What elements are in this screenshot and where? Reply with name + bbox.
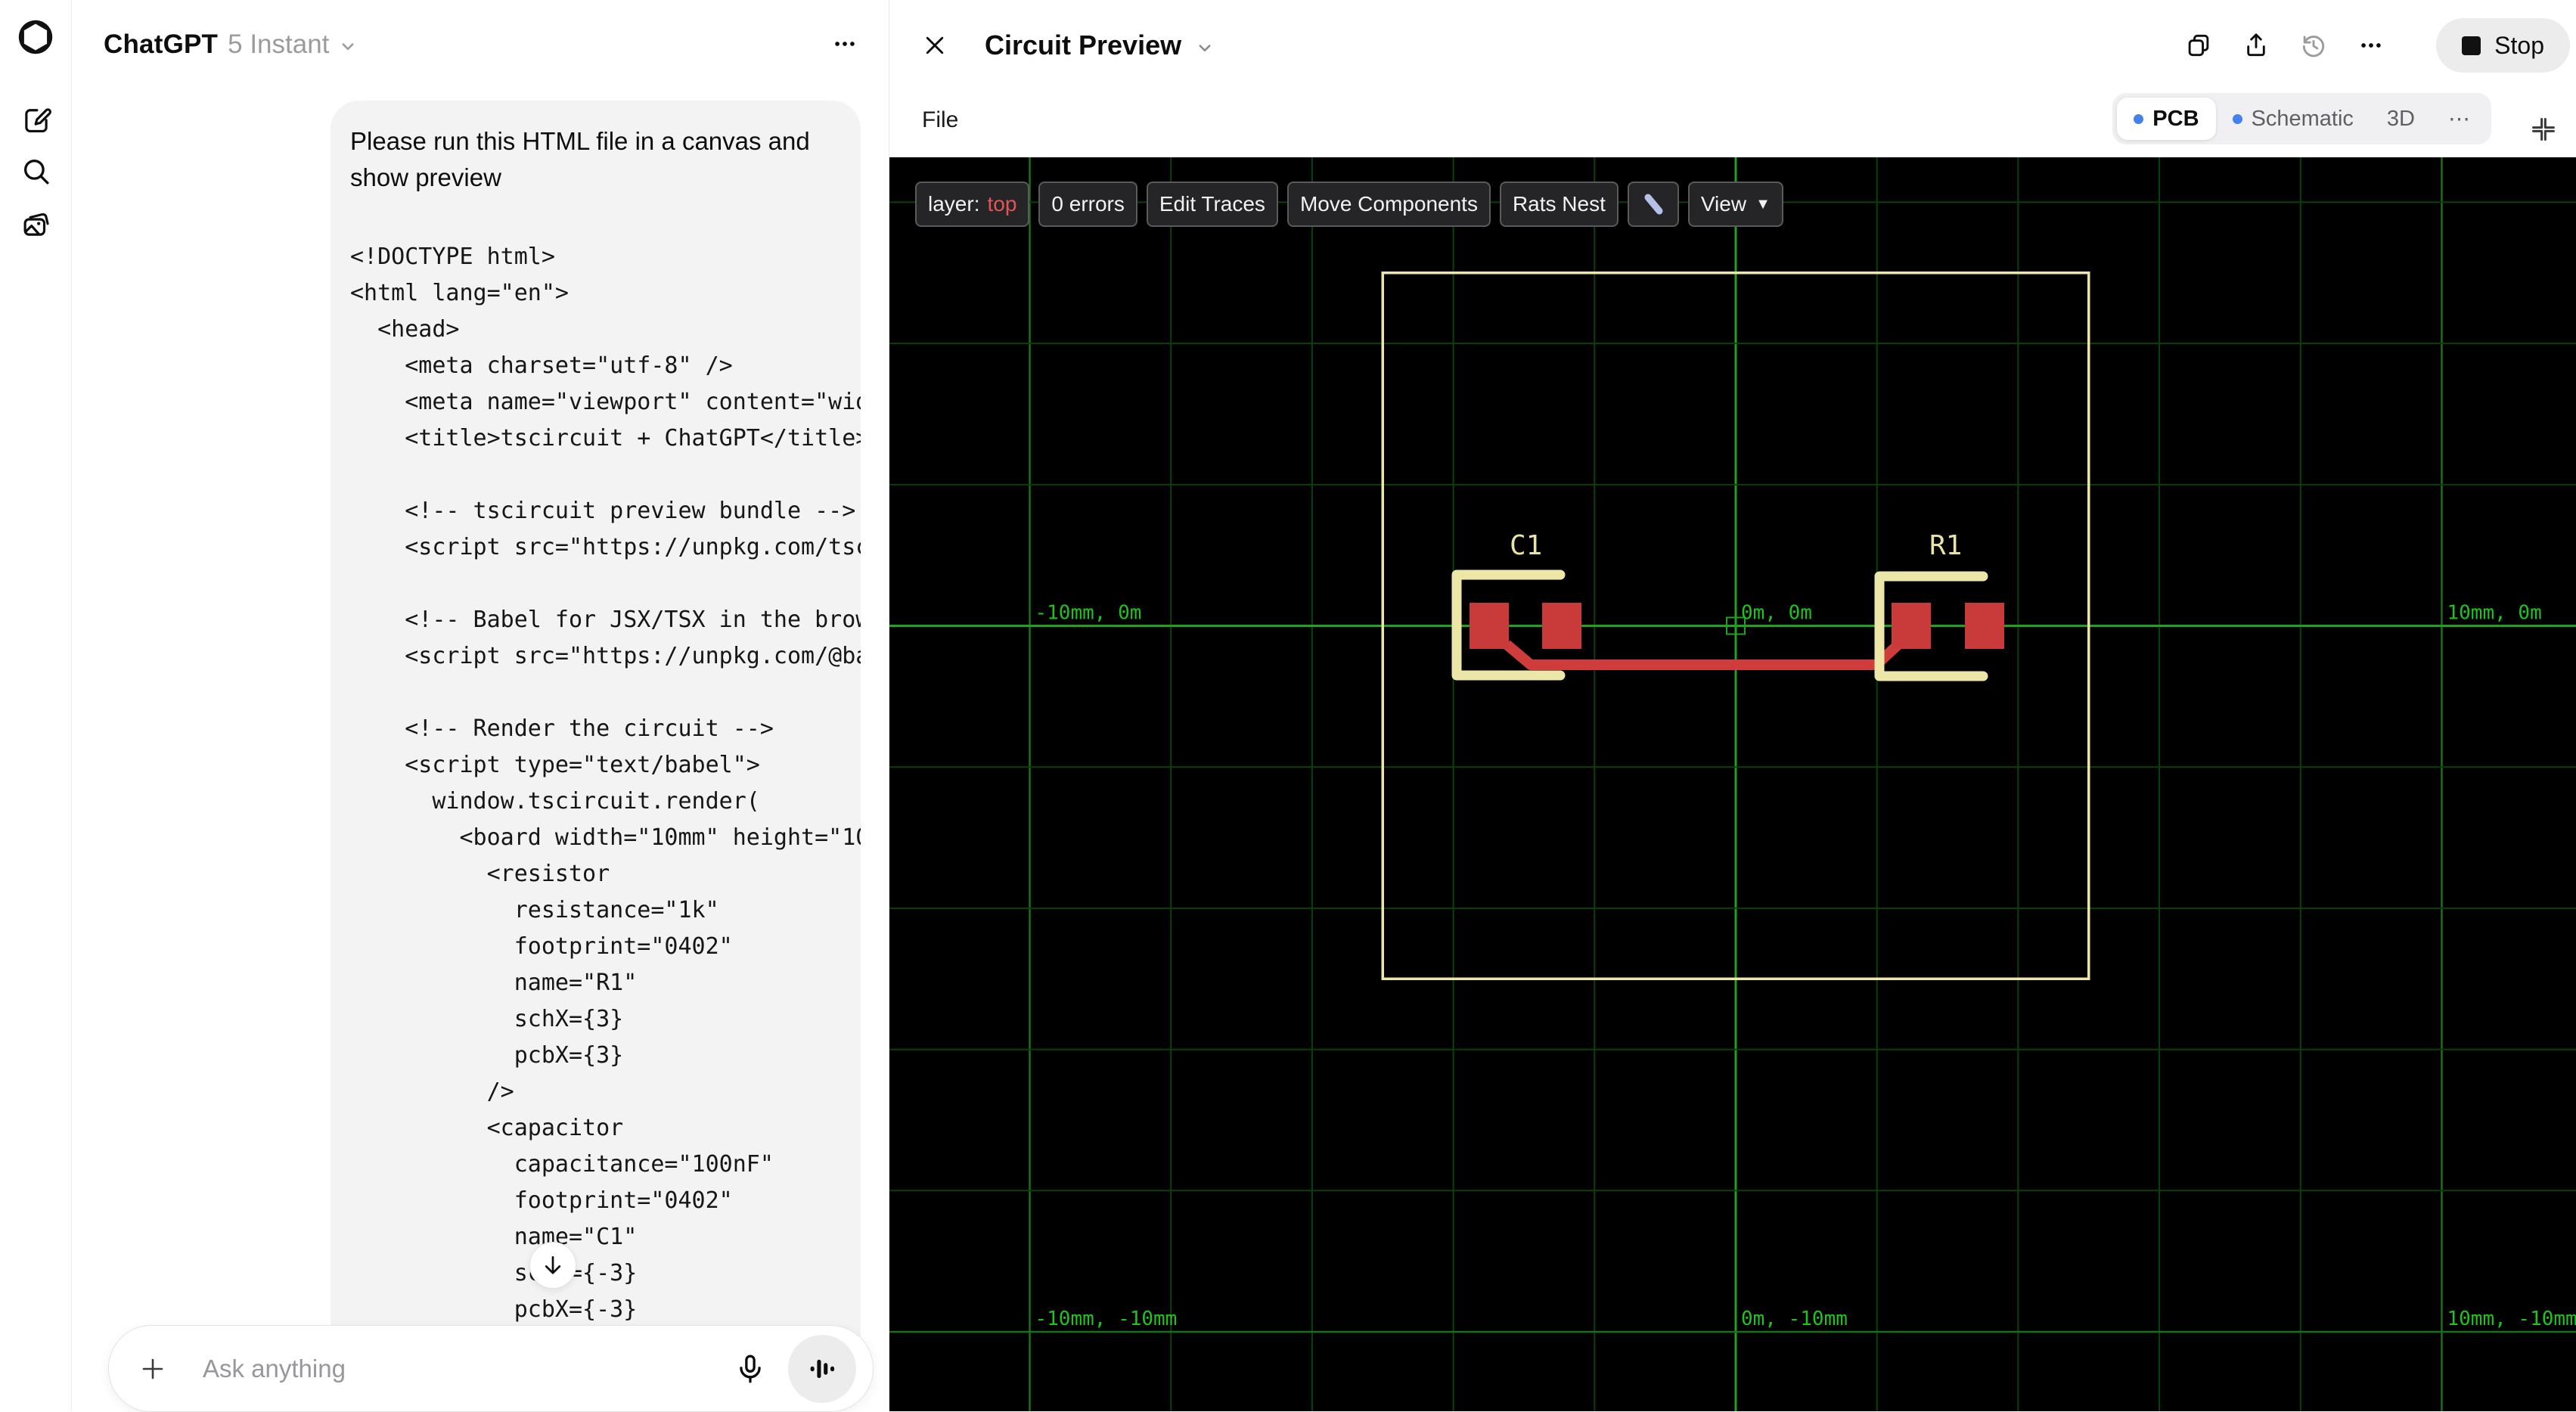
tab-3d[interactable]: 3D	[2370, 98, 2432, 140]
canvas-panel: Circuit Preview	[889, 0, 2576, 1411]
pencil-icon	[1640, 191, 1666, 217]
code-block: <!DOCTYPE html> <html lang="en"> <head> …	[350, 239, 861, 1364]
canvas-subheader: File PCB Schematic 3D ⋯	[889, 91, 2576, 157]
errors-label: 0 errors	[1051, 192, 1124, 216]
waveform-icon	[805, 1352, 839, 1386]
chevron-down-icon[interactable]	[1193, 36, 1216, 59]
composer[interactable]: Ask anything	[108, 1325, 874, 1412]
edit-pencil-button[interactable]	[1628, 182, 1679, 227]
rats-nest-label: Rats Nest	[1513, 192, 1606, 216]
layer-value: top	[987, 192, 1016, 216]
tab-schematic-label: Schematic	[2252, 107, 2354, 132]
grid-coordinate-label: 10mm, 0m	[2447, 602, 2542, 625]
app-title[interactable]: ChatGPT	[104, 29, 218, 60]
arrow-down-icon	[540, 1252, 566, 1278]
caret-down-icon: ▼	[1755, 196, 1771, 213]
file-menu[interactable]: File	[922, 107, 958, 133]
grid-coordinate-label: -10mm, 0m	[1035, 602, 1142, 625]
view-dropdown-button[interactable]: View ▼	[1688, 182, 1783, 227]
stop-label: Stop	[2494, 32, 2544, 60]
reference-designator: C1	[1510, 530, 1542, 561]
copy-icon[interactable]	[2183, 30, 2214, 61]
exit-fullscreen-icon[interactable]	[2529, 115, 2558, 144]
grid-coordinate-label: -10mm, -10mm	[1035, 1308, 1178, 1330]
move-components-button[interactable]: Move Components	[1287, 182, 1491, 227]
reference-designator: R1	[1929, 530, 1962, 561]
edit-traces-label: Edit Traces	[1159, 192, 1265, 216]
library-icon[interactable]	[20, 209, 52, 241]
new-chat-icon[interactable]	[20, 104, 52, 135]
share-icon[interactable]	[2241, 30, 2271, 61]
errors-button[interactable]: 0 errors	[1038, 182, 1137, 227]
close-icon[interactable]	[920, 30, 950, 61]
model-name[interactable]: 5 Instant	[228, 29, 329, 60]
edit-traces-button[interactable]: Edit Traces	[1147, 182, 1278, 227]
user-message-text: Please run this HTML file in a canvas an…	[350, 123, 846, 196]
smt-pad[interactable]	[1965, 603, 2004, 649]
layer-button[interactable]: layer: top	[915, 182, 1029, 227]
layer-label: layer:	[928, 192, 979, 216]
composer-input[interactable]: Ask anything	[203, 1355, 734, 1383]
grid-coordinate-label: 10mm, -10mm	[2447, 1308, 2576, 1330]
move-components-label: Move Components	[1300, 192, 1478, 216]
canvas-header: Circuit Preview	[889, 0, 2576, 91]
pcb-drawing: C1 R1 -10mm, 0m 0m, 0m 10mm, 0m -10mm, -10mm 0…	[889, 157, 2576, 1411]
plus-icon[interactable]	[138, 1354, 168, 1384]
stop-button[interactable]: Stop	[2436, 18, 2570, 73]
pcb-toolbar: layer: top 0 errors Edit Traces Move Com…	[915, 182, 1783, 227]
tab-3d-label: 3D	[2387, 107, 2415, 132]
smt-pad[interactable]	[1892, 603, 1931, 649]
chat-column: ChatGPT 5 Instant Please run this HTML f…	[73, 0, 889, 1411]
view-tabs: PCB Schematic 3D ⋯	[2112, 93, 2491, 144]
grid-coordinate-label: 0m, 0m	[1741, 602, 1812, 625]
tab-schematic[interactable]: Schematic	[2216, 98, 2370, 140]
canvas-title[interactable]: Circuit Preview	[985, 29, 1181, 61]
openai-logo-icon[interactable]	[16, 17, 55, 57]
tab-pcb[interactable]: PCB	[2117, 98, 2215, 140]
history-icon[interactable]	[2298, 30, 2329, 61]
schematic-dot-icon	[2233, 114, 2242, 124]
tab-more[interactable]: ⋯	[2432, 98, 2487, 140]
view-label: View	[1701, 192, 1746, 216]
smt-pad[interactable]	[1542, 603, 1581, 649]
voice-mode-button[interactable]	[788, 1335, 856, 1403]
rats-nest-button[interactable]: Rats Nest	[1500, 182, 1619, 227]
tab-pcb-label: PCB	[2152, 107, 2199, 132]
pcb-dot-icon	[2134, 114, 2143, 124]
smt-pad[interactable]	[1470, 603, 1509, 649]
conversation-menu-icon[interactable]	[830, 29, 860, 59]
tab-more-label: ⋯	[2448, 106, 2470, 132]
chat-header: ChatGPT 5 Instant	[73, 0, 889, 89]
scroll-to-bottom-button[interactable]	[529, 1242, 576, 1289]
grid-coordinate-label: 0m, -10mm	[1741, 1308, 1848, 1330]
chevron-down-icon[interactable]	[337, 35, 359, 57]
more-options-icon[interactable]	[2356, 30, 2386, 61]
sidebar	[0, 0, 72, 1411]
stop-square-icon	[2462, 36, 2481, 55]
user-message-bubble: Please run this HTML file in a canvas an…	[331, 101, 861, 1411]
microphone-icon[interactable]	[734, 1352, 767, 1386]
search-icon[interactable]	[20, 156, 52, 188]
pcb-canvas[interactable]: C1 R1 -10mm, 0m 0m, 0m 10mm, 0m -10mm, -10mm 0…	[889, 157, 2576, 1411]
component-r1[interactable]: R1	[1879, 530, 2004, 676]
